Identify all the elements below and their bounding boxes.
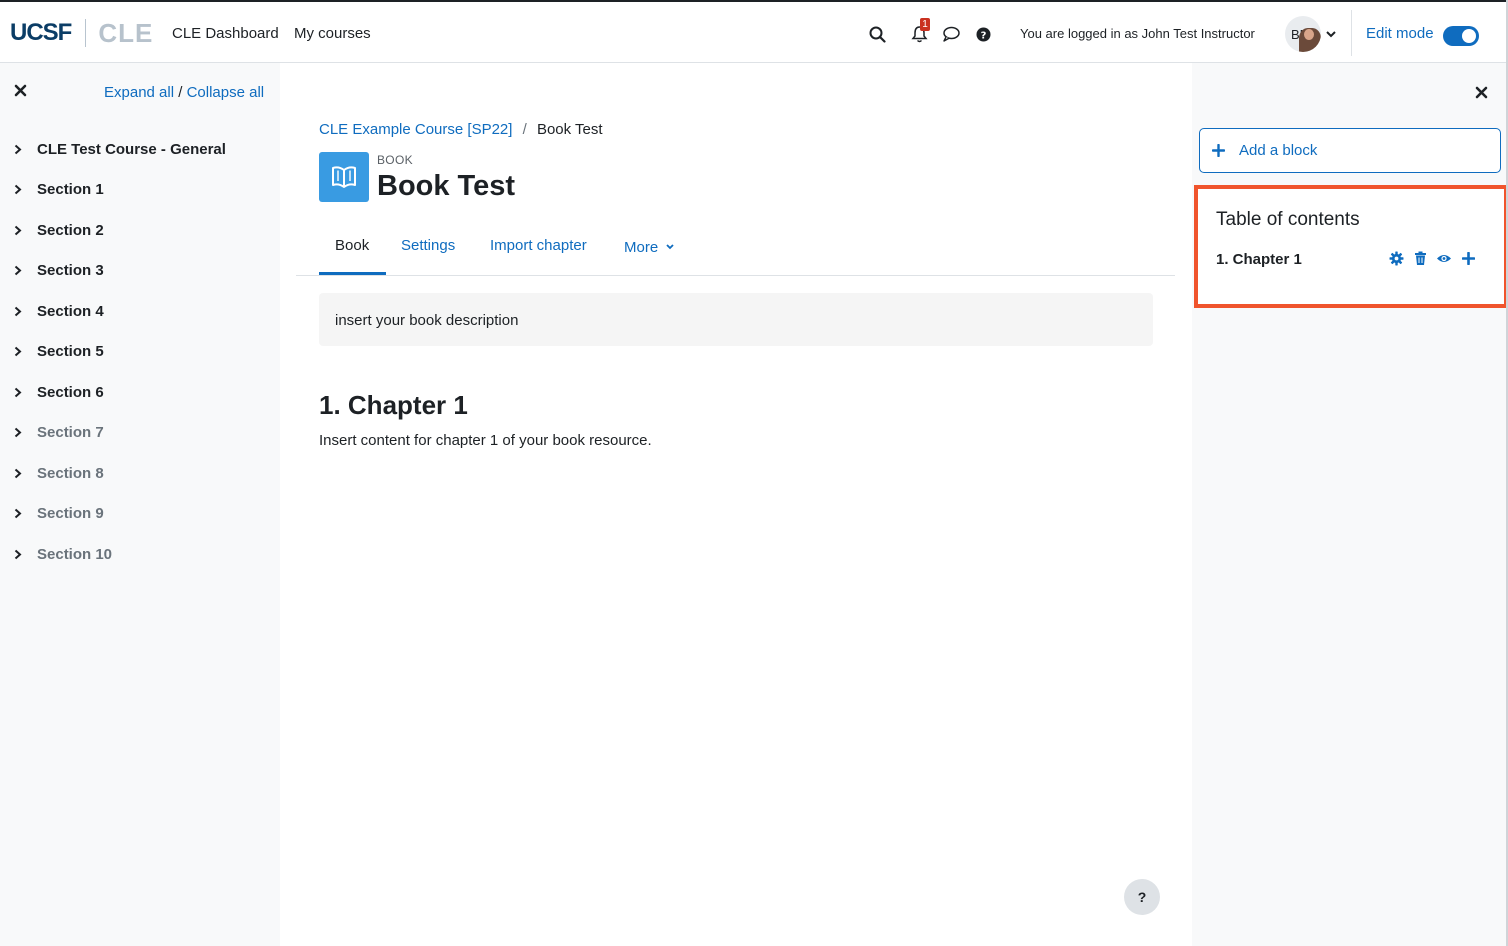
toc-item-chapter-1[interactable]: 1. Chapter 1 — [1216, 251, 1302, 268]
chevron-right-icon[interactable] — [14, 347, 24, 357]
section-list: CLE Test Course - General Section 1 Sectio… — [14, 129, 226, 575]
section-item[interactable]: Section 5 — [14, 332, 226, 373]
breadcrumb-current: Book Test — [536, 121, 603, 138]
chevron-right-icon[interactable] — [14, 144, 24, 154]
secondary-navigation: Book Settings Import chapter More — [296, 226, 1175, 276]
page-title: Book Test — [377, 170, 516, 202]
section-label[interactable]: CLE Test Course - General — [37, 141, 226, 158]
help-button[interactable]: ? — [1124, 879, 1160, 915]
chapter-title: 1. Chapter 1 — [319, 390, 468, 420]
expand-collapse-links: Expand all / Collapse all — [104, 84, 264, 101]
site-logo[interactable]: UCSF CLE — [10, 18, 153, 48]
section-item[interactable]: Section 8 — [14, 453, 226, 494]
block-drawer: Add a block Table of contents 1. Chapter… — [1192, 63, 1508, 946]
tab-import-chapter[interactable]: Import chapter — [490, 237, 587, 254]
nav-link-my-courses[interactable]: My courses — [294, 25, 371, 42]
edit-mode-label[interactable]: Edit mode — [1366, 25, 1434, 42]
chevron-right-icon[interactable] — [14, 266, 24, 276]
tab-more-label: More — [624, 239, 659, 256]
logo-ucsf: UCSF — [10, 19, 72, 46]
toggle-knob — [1462, 29, 1476, 43]
section-item[interactable]: Section 4 — [14, 291, 226, 332]
section-item[interactable]: Section 6 — [14, 372, 226, 413]
tab-settings[interactable]: Settings — [401, 237, 455, 254]
chevron-right-icon[interactable] — [14, 306, 24, 316]
notification-bell-icon[interactable]: 1 — [909, 18, 930, 44]
chevron-right-icon[interactable] — [14, 225, 24, 235]
section-item[interactable]: Section 10 — [14, 534, 226, 575]
close-icon[interactable] — [1475, 86, 1489, 100]
notification-count-badge: 1 — [920, 18, 930, 31]
user-menu[interactable]: BM — [1285, 16, 1336, 52]
search-icon[interactable] — [867, 24, 887, 44]
tab-more[interactable]: More — [624, 237, 674, 256]
help-icon[interactable]: ? — [973, 24, 993, 44]
top-navbar: UCSF CLE CLE Dashboard My courses 1 ? Yo… — [0, 0, 1508, 63]
chapter-content: Insert content for chapter 1 of your boo… — [319, 432, 652, 449]
course-index-drawer: Expand all / Collapse all CLE Test Cours… — [0, 63, 280, 946]
section-label[interactable]: Section 8 — [37, 465, 104, 482]
breadcrumb-course-link[interactable]: CLE Example Course [SP22] — [319, 121, 512, 138]
expand-all-link[interactable]: Expand all — [104, 84, 174, 101]
chevron-down-icon — [666, 237, 674, 254]
toc-title: Table of contents — [1216, 209, 1360, 230]
section-label[interactable]: Section 7 — [37, 424, 104, 441]
trash-icon[interactable] — [1412, 250, 1428, 266]
tab-book[interactable]: Book — [335, 237, 369, 254]
svg-text:?: ? — [980, 30, 986, 41]
navbar-divider — [1351, 10, 1352, 56]
eye-icon[interactable] — [1436, 250, 1452, 266]
avatar-face — [1304, 29, 1314, 40]
chevron-right-icon[interactable] — [14, 509, 24, 519]
edit-mode-toggle[interactable] — [1443, 26, 1479, 46]
book-icon — [319, 152, 369, 202]
gear-icon[interactable] — [1388, 250, 1404, 266]
add-block-button[interactable]: Add a block — [1199, 128, 1501, 173]
section-label[interactable]: Section 10 — [37, 546, 112, 563]
module-type-label: BOOK — [377, 153, 413, 167]
add-block-label: Add a block — [1239, 142, 1318, 159]
section-label[interactable]: Section 3 — [37, 262, 104, 279]
close-icon[interactable] — [14, 84, 28, 98]
section-label[interactable]: Section 6 — [37, 384, 104, 401]
logo-divider — [85, 19, 87, 47]
section-label[interactable]: Section 4 — [37, 303, 104, 320]
section-item[interactable]: Section 7 — [14, 413, 226, 454]
section-label[interactable]: Section 2 — [37, 222, 104, 239]
collapse-all-link[interactable]: Collapse all — [187, 84, 265, 101]
plus-icon — [1212, 144, 1225, 157]
chevron-right-icon[interactable] — [14, 387, 24, 397]
section-label[interactable]: Section 9 — [37, 505, 104, 522]
messages-icon[interactable] — [941, 24, 961, 44]
section-item[interactable]: Section 1 — [14, 170, 226, 211]
logged-in-text: You are logged in as John Test Instructo… — [1020, 26, 1255, 41]
chevron-right-icon[interactable] — [14, 549, 24, 559]
expand-collapse-separator: / — [178, 84, 183, 101]
book-description: insert your book description — [319, 293, 1153, 346]
toc-item-actions — [1388, 250, 1476, 266]
section-item[interactable]: CLE Test Course - General — [14, 129, 226, 170]
table-of-contents-block: Table of contents 1. Chapter 1 — [1194, 185, 1508, 308]
breadcrumb: CLE Example Course [SP22] / Book Test — [319, 121, 603, 138]
breadcrumb-separator: / — [522, 121, 527, 138]
chevron-right-icon[interactable] — [14, 428, 24, 438]
active-tab-indicator — [319, 272, 386, 275]
section-label[interactable]: Section 1 — [37, 181, 104, 198]
chevron-right-icon[interactable] — [14, 185, 24, 195]
section-item[interactable]: Section 9 — [14, 494, 226, 535]
section-label[interactable]: Section 5 — [37, 343, 104, 360]
nav-link-dashboard[interactable]: CLE Dashboard — [172, 25, 279, 42]
avatar[interactable]: BM — [1285, 16, 1321, 52]
section-item[interactable]: Section 2 — [14, 210, 226, 251]
chevron-down-icon[interactable] — [1326, 30, 1336, 38]
section-item[interactable]: Section 3 — [14, 251, 226, 292]
plus-icon[interactable] — [1460, 250, 1476, 266]
logo-cle: CLE — [98, 17, 154, 48]
chevron-right-icon[interactable] — [14, 468, 24, 478]
